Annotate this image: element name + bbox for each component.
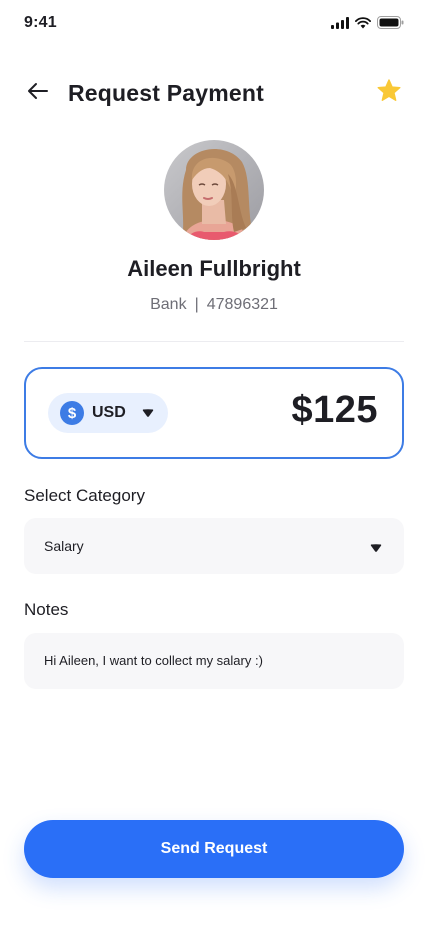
header: Request Payment: [24, 76, 404, 110]
star-icon: [376, 78, 402, 109]
notes-label: Notes: [24, 600, 69, 619]
battery-icon: [377, 16, 404, 34]
status-icons: [331, 16, 404, 34]
category-selected-value: Salary: [44, 538, 84, 554]
page-title: Request Payment: [68, 79, 265, 106]
favorite-button[interactable]: [374, 78, 404, 108]
account-separator: |: [194, 296, 199, 313]
divider: [24, 341, 404, 342]
amount-value[interactable]: $125: [291, 389, 378, 432]
amount-card: $ USD $125: [24, 367, 404, 459]
contact-account-info: Bank | 47896321: [0, 296, 428, 314]
currency-selector[interactable]: $ USD: [48, 393, 168, 433]
category-label: Select Category: [24, 486, 145, 505]
notes-value: Hi Aileen, I want to collect my salary :…: [44, 653, 263, 668]
arrow-left-icon: [26, 79, 50, 108]
caret-down-icon: [142, 408, 154, 418]
caret-down-icon: [370, 540, 382, 558]
notes-field[interactable]: Hi Aileen, I want to collect my salary :…: [24, 633, 404, 689]
wifi-icon: [355, 16, 371, 34]
status-time: 9:41: [24, 14, 57, 31]
request-payment-screen: 9:41 Request Payment Aileen Fullbright B…: [0, 0, 428, 926]
category-select[interactable]: Salary: [24, 518, 404, 574]
signal-icon: [331, 16, 349, 34]
account-number: 47896321: [206, 296, 278, 313]
send-request-button[interactable]: Send Request: [24, 820, 404, 878]
avatar: [164, 140, 264, 240]
back-button[interactable]: [24, 79, 52, 107]
account-type: Bank: [150, 296, 187, 313]
contact-name: Aileen Fullbright: [127, 256, 301, 281]
status-bar: 9:41: [0, 0, 428, 44]
dollar-icon: $: [60, 401, 84, 425]
currency-code: USD: [92, 404, 126, 421]
